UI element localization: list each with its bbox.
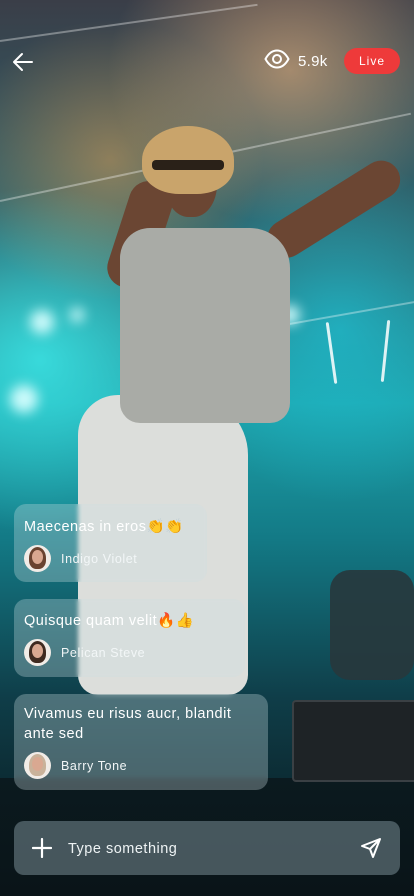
viewer-count: 5.9k [264,48,328,74]
stage-amplifier [292,700,414,782]
eye-icon [264,48,290,74]
arrow-left-icon [10,53,38,80]
comment-message: Quisque quam velit🔥👍 [24,613,195,629]
spotlight [30,310,54,334]
plus-icon [31,837,53,862]
comment-user: Barry Tone [24,752,127,779]
back-button[interactable] [10,48,38,76]
comment-username: Pelican Steve [61,645,146,660]
stage-light [325,322,338,384]
message-input[interactable] [66,835,350,863]
viewer-count-value: 5.9k [298,52,328,70]
spotlight [70,308,84,322]
live-badge: Live [344,48,400,74]
comment-card: Quisque quam velit🔥👍 Pelican Steve [14,599,245,677]
add-button[interactable] [31,837,53,859]
comment-username: Indigo Violet [61,551,138,566]
comment-card: Vivamus eu risus aucr, blandit ante sed … [14,694,268,790]
stage-light [380,320,391,382]
send-icon [360,838,382,863]
message-composer [14,821,400,875]
comment-message: Maecenas in eros👏👏 [24,519,184,535]
comment-user: Pelican Steve [24,639,145,666]
comment-message: Vivamus eu risus aucr, blandit ante sed [24,706,232,742]
performer-torso [120,228,290,423]
spotlight [10,385,38,413]
avatar[interactable] [24,752,51,779]
performer-hatband [152,160,224,170]
drum-kit [330,570,414,680]
comment-user: Indigo Violet [24,545,137,572]
send-button[interactable] [360,837,382,859]
avatar[interactable] [24,545,51,572]
avatar[interactable] [24,639,51,666]
top-bar: 5.9k Live [0,0,414,120]
comment-card: Maecenas in eros👏👏 Indigo Violet [14,504,207,582]
comment-username: Barry Tone [61,758,128,773]
